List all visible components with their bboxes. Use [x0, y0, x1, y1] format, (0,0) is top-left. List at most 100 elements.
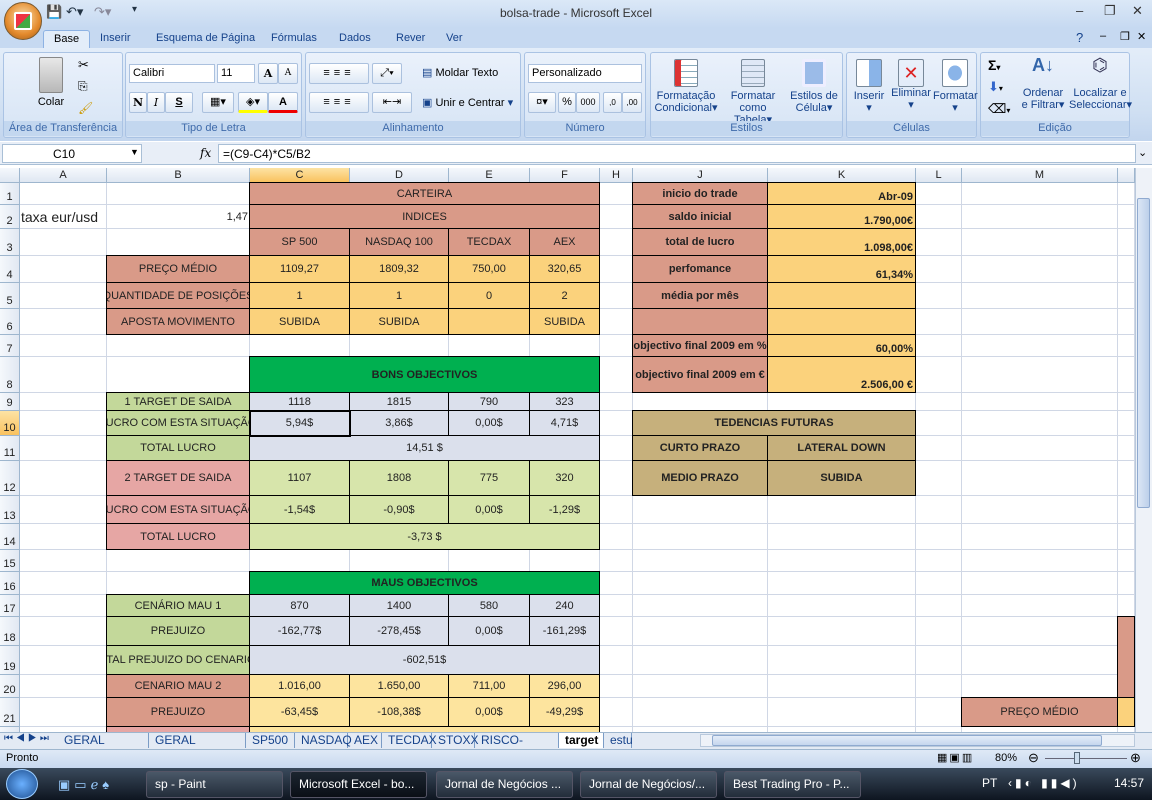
cell-f18[interactable]: -161,29$ [529, 616, 600, 646]
office-button[interactable] [4, 2, 42, 40]
cell-b9[interactable]: 1 TARGET DE SAIDA [106, 392, 250, 411]
format-painter-icon[interactable]: 🖌 [78, 101, 93, 115]
cell-d12[interactable]: 1808 [349, 460, 449, 496]
row-header-7[interactable]: 7 [0, 335, 20, 357]
format-cells-button[interactable]: Formatar ▾ [933, 59, 978, 114]
cell-b6[interactable]: APOSTA MOVIMENTO [106, 308, 250, 335]
row-header-12[interactable]: 12 [0, 461, 20, 496]
fill-color-button[interactable]: ◈▾ [238, 92, 268, 113]
row-header-18[interactable]: 18 [0, 617, 20, 646]
cell-c12[interactable]: 1107 [249, 460, 350, 496]
zoom-slider[interactable] [1045, 758, 1127, 759]
copy-icon[interactable]: ⎘ [78, 79, 88, 94]
cell-e17[interactable]: 580 [448, 594, 530, 617]
cell-j1[interactable]: inicio do trade [632, 182, 768, 205]
ribbon-close-icon[interactable]: ✕ [1137, 30, 1146, 43]
cell-k4[interactable]: 61,34% [767, 255, 916, 283]
column-header-j[interactable]: J [633, 168, 768, 183]
cell-c6[interactable]: SUBIDA [249, 308, 350, 335]
zoom-slider-thumb[interactable] [1074, 752, 1080, 764]
cell-f21[interactable]: -49,29$ [529, 697, 600, 727]
cell-d13[interactable]: -0,90$ [349, 495, 449, 524]
cell-k5[interactable] [767, 282, 916, 309]
tab-esquema-de-pagina[interactable]: Esquema de Página [146, 30, 265, 48]
thousands-button[interactable]: 000 [576, 92, 600, 113]
cell-e3[interactable]: TECDAX [448, 228, 530, 256]
delete-cells-button[interactable]: ✕ Eliminar ▾ [889, 59, 933, 111]
row-header-5[interactable]: 5 [0, 283, 20, 309]
cell-c14-f14[interactable]: -3,73 $ [249, 523, 600, 550]
cell-e10[interactable]: 0,00$ [448, 410, 530, 436]
clock[interactable]: 14:57 [1114, 776, 1144, 790]
row-header-2[interactable]: 2 [0, 205, 20, 229]
formula-input[interactable]: =(C9-C4)*C5/B2 [218, 144, 1136, 163]
language-indicator[interactable]: PT [982, 776, 997, 790]
cell-b13[interactable]: LUCRO COM ESTA SITUAÇÃO [106, 495, 250, 524]
vertical-align-buttons[interactable]: ≡≡≡ [309, 63, 369, 84]
cell-c8-f8[interactable]: BONS OBJECTIVOS [249, 356, 600, 393]
cell-e12[interactable]: 775 [448, 460, 530, 496]
wrap-text-button[interactable]: ▤ Moldar Texto [422, 67, 518, 79]
worksheet-grid[interactable]: A B C D E F H J K L M 1 2 3 4 5 6 7 8 9 10 11 12 13 14 15 16 17 18 19… [0, 168, 1135, 732]
font-size-select[interactable]: 11 [217, 64, 255, 83]
column-header-m[interactable]: M [962, 168, 1118, 183]
cell-j4[interactable]: perfomance [632, 255, 768, 283]
cell-b21[interactable]: PREJUIZO [106, 697, 250, 727]
cell-k12[interactable]: SUBIDA [767, 460, 916, 496]
vertical-scroll-thumb[interactable] [1137, 198, 1150, 508]
row-header-16[interactable]: 16 [0, 572, 20, 595]
sheet-tab-sp500[interactable]: SP500 [246, 733, 295, 748]
font-name-select[interactable]: Calibri [129, 64, 215, 83]
cell-e9[interactable]: 790 [448, 392, 530, 411]
bold-button[interactable]: N [129, 92, 147, 113]
orientation-button[interactable]: ⤢▾ [372, 63, 402, 84]
cell-b5[interactable]: QUANTIDADE DE POSIÇÕES [106, 282, 250, 309]
number-format-select[interactable]: Personalizado [528, 64, 642, 83]
cell-c5[interactable]: 1 [249, 282, 350, 309]
increase-decimal-button[interactable]: ,0 [603, 92, 622, 113]
insert-cells-button[interactable]: Inserir ▾ [849, 59, 889, 114]
cell-b12[interactable]: 2 TARGET DE SAIDA [106, 460, 250, 496]
row-header-19[interactable]: 19 [0, 646, 20, 675]
cell-d21[interactable]: -108,38$ [349, 697, 449, 727]
sheet-nav-arrows-icon[interactable]: ⏮◀▶⏭ [4, 733, 52, 744]
cell-f17[interactable]: 240 [529, 594, 600, 617]
zoom-out-icon[interactable]: ⊖ [1028, 750, 1039, 766]
cell-c16-f16[interactable]: MAUS OBJECTIVOS [249, 571, 600, 595]
sheet-tab-aex[interactable]: AEX [348, 733, 382, 748]
cell-j11[interactable]: CURTO PRAZO [632, 435, 768, 461]
column-header-h[interactable]: H [600, 168, 633, 183]
percent-button[interactable]: % [558, 92, 576, 113]
cell-d5[interactable]: 1 [349, 282, 449, 309]
indent-buttons[interactable]: ⇤⇥ [372, 92, 412, 113]
sheet-tab-estu[interactable]: estu [604, 733, 633, 748]
sheet-tab-target[interactable]: target [559, 733, 604, 748]
cell-a2[interactable]: taxa eur/usd [19, 204, 107, 229]
expand-formula-bar-icon[interactable]: ⌄ [1138, 146, 1147, 159]
cell-f5[interactable]: 2 [529, 282, 600, 309]
row-header-4[interactable]: 4 [0, 256, 20, 283]
quick-launch-icons[interactable]: ▣▭ℯ♠ [58, 777, 113, 793]
cell-k2[interactable]: 1.790,00€ [767, 204, 916, 229]
cell-c10[interactable]: 5,94$ [249, 410, 350, 436]
merge-center-button[interactable]: ▣ Unir e Centrar ▾ [422, 97, 522, 109]
cell-b14[interactable]: TOTAL LUCRO [106, 523, 250, 550]
cell-c4[interactable]: 1109,27 [249, 255, 350, 283]
grow-font-button[interactable]: A [258, 63, 278, 84]
row-header-20[interactable]: 20 [0, 675, 20, 698]
cell-e21[interactable]: 0,00$ [448, 697, 530, 727]
sheet-tab-tecdax[interactable]: TECDAX [382, 733, 437, 748]
horizontal-align-buttons[interactable]: ≡≡≡ [309, 92, 369, 113]
cut-icon[interactable]: ✂ [78, 57, 89, 73]
cell-f12[interactable]: 320 [529, 460, 600, 496]
cell-d10[interactable]: 3,86$ [349, 410, 449, 436]
sheet-tab-risco-ganho[interactable]: RISCO-GANHO [475, 733, 559, 762]
borders-button[interactable]: ▦▾ [202, 92, 234, 113]
cell-k6[interactable] [767, 308, 916, 335]
cell-f9[interactable]: 323 [529, 392, 600, 411]
cell-c1-f1[interactable]: CARTEIRA [249, 182, 600, 205]
cell-f13[interactable]: -1,29$ [529, 495, 600, 524]
sheet-tab-geral-anual[interactable]: GERAL ANUAL [58, 733, 149, 762]
cell-j8[interactable]: objectivo final 2009 em € [632, 356, 768, 393]
cell-c18[interactable]: -162,77$ [249, 616, 350, 646]
